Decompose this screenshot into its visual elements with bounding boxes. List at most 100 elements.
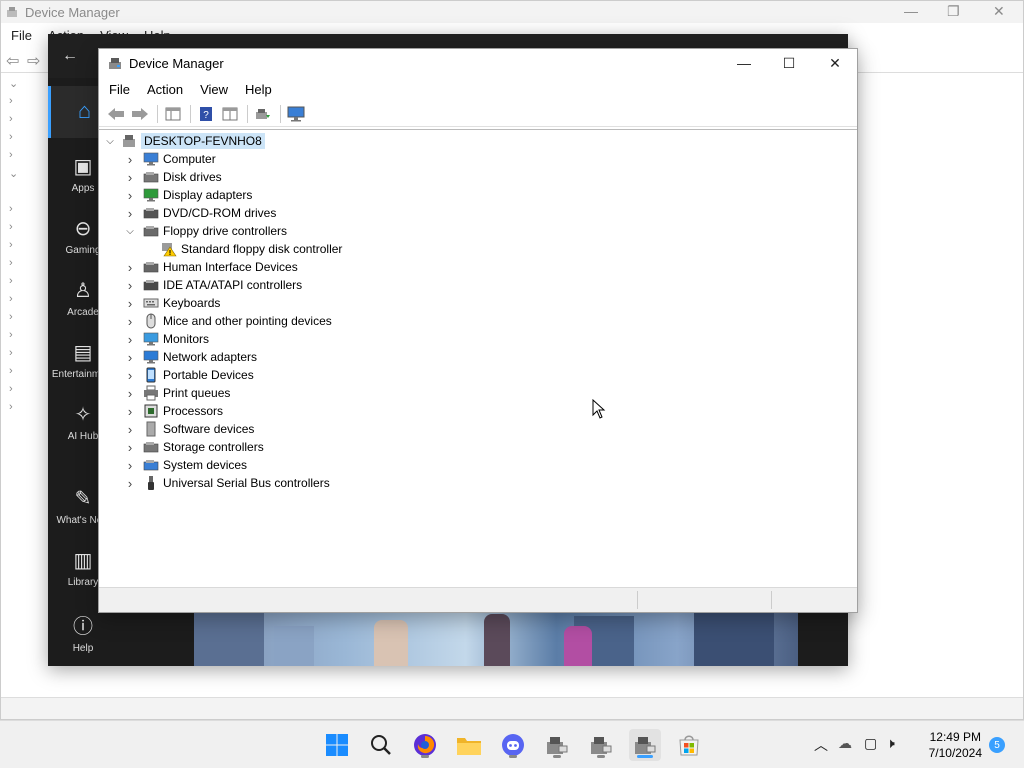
chevron-right-icon[interactable]: › xyxy=(123,386,137,401)
tree-item-label: Computer xyxy=(163,152,216,166)
chevron-right-icon[interactable]: › xyxy=(123,278,137,293)
maximize-button[interactable]: ☐ xyxy=(766,49,812,77)
chevron-right-icon[interactable]: › xyxy=(123,296,137,311)
device-manager-window[interactable]: Device Manager — ☐ ✕ File Action View He… xyxy=(98,48,858,613)
help-button[interactable]: ? xyxy=(195,104,217,124)
chevron-right-icon[interactable]: › xyxy=(123,260,137,275)
tree-category[interactable]: › IDE ATA/ATAPI controllers xyxy=(123,276,302,294)
tree-category[interactable]: › Storage controllers xyxy=(123,438,264,456)
chevron-right-icon[interactable]: › xyxy=(123,422,137,437)
chevron-right-icon[interactable]: › xyxy=(123,368,137,383)
chevron-right-icon[interactable]: › xyxy=(123,458,137,473)
tree-category[interactable]: › Processors xyxy=(123,402,223,420)
device-manager-titlebar[interactable]: Device Manager — ☐ ✕ xyxy=(99,49,857,77)
search-button[interactable] xyxy=(365,729,397,761)
tree-item-label: Keyboards xyxy=(163,296,221,310)
bg-menu-file[interactable]: File xyxy=(11,28,32,43)
status-divider xyxy=(771,591,772,609)
device-manager-icon xyxy=(635,737,656,754)
tree-child-item[interactable]: Standard floppy disk controller xyxy=(141,240,342,258)
onedrive-cloud-icon[interactable]: ☁ xyxy=(838,735,852,752)
device-manager-taskbar-button-3[interactable] xyxy=(629,729,661,761)
file-explorer-button[interactable] xyxy=(453,729,485,761)
tree-category[interactable]: › Keyboards xyxy=(123,294,221,312)
maximize-icon: ☐ xyxy=(782,54,796,71)
chevron-down-icon[interactable]: ⌵ xyxy=(123,224,137,238)
minimize-button[interactable]: — xyxy=(721,49,767,77)
back-arrow-icon[interactable]: ← xyxy=(62,47,78,65)
tree-item-label: Universal Serial Bus controllers xyxy=(163,476,330,490)
chevron-right-icon[interactable]: › xyxy=(123,404,137,419)
tree-category[interactable]: › Computer xyxy=(123,150,216,168)
menu-view[interactable]: View xyxy=(200,82,228,97)
forward-button[interactable] xyxy=(129,104,151,124)
forward-arrow-icon[interactable]: ⇨ xyxy=(27,51,40,71)
restore-icon[interactable]: ❐ xyxy=(947,3,960,20)
network-icon[interactable]: ▢ xyxy=(864,735,877,752)
close-icon[interactable]: ✕ xyxy=(993,3,1005,20)
chevron-right-icon[interactable]: › xyxy=(123,206,137,221)
scan-hardware-button[interactable] xyxy=(285,104,307,124)
tree-category[interactable]: › Mice and other pointing devices xyxy=(123,312,332,330)
tree-item-label: Print queues xyxy=(163,386,231,400)
tree-category[interactable]: › Portable Devices xyxy=(123,366,254,384)
tree-category[interactable]: › Software devices xyxy=(123,420,254,438)
running-indicator xyxy=(553,755,561,758)
chevron-right-icon[interactable]: › xyxy=(123,350,137,365)
system-device-icon xyxy=(143,460,159,471)
tree-category[interactable]: › Universal Serial Bus controllers xyxy=(123,474,330,492)
active-indicator xyxy=(637,755,653,758)
running-indicator xyxy=(509,755,517,758)
tree-item-label: Disk drives xyxy=(163,170,222,184)
tree-category[interactable]: › Print queues xyxy=(123,384,230,402)
menu-action[interactable]: Action xyxy=(147,82,183,97)
menu-help[interactable]: Help xyxy=(245,82,272,97)
notification-badge[interactable]: 5 xyxy=(989,737,1005,753)
mouse-cursor-icon xyxy=(592,399,606,419)
running-indicator xyxy=(597,755,605,758)
tree-root-label: DESKTOP-FEVNHO8 xyxy=(141,133,265,149)
tree-category[interactable]: › DVD/CD-ROM drives xyxy=(123,204,277,222)
tree-category[interactable]: › Human Interface Devices xyxy=(123,258,298,276)
back-button[interactable] xyxy=(105,104,127,124)
chevron-up-icon[interactable]: ︿ xyxy=(814,735,828,755)
tree-category[interactable]: › Network adapters xyxy=(123,348,257,366)
store-button[interactable] xyxy=(673,729,705,761)
chevron-right-icon[interactable]: › xyxy=(123,314,137,329)
update-driver-button[interactable] xyxy=(252,104,274,124)
show-hide-console-tree-button[interactable] xyxy=(162,104,184,124)
chevron-right-icon[interactable]: › xyxy=(123,476,137,491)
clock[interactable]: 12:49 PM 7/10/2024 xyxy=(929,729,982,761)
properties-button[interactable] xyxy=(219,104,241,124)
tree-category[interactable]: ⌵ Floppy drive controllers xyxy=(123,222,287,240)
chevron-right-icon[interactable]: › xyxy=(123,440,137,455)
tree-root[interactable]: ⌵ DESKTOP-FEVNHO8 xyxy=(103,132,265,150)
keyboard-icon xyxy=(143,298,159,308)
tree-category[interactable]: › Disk drives xyxy=(123,168,222,186)
tree-item-label: DVD/CD-ROM drives xyxy=(163,206,277,220)
menubar: File Action View Help xyxy=(99,77,857,101)
chevron-right-icon[interactable]: › xyxy=(123,188,137,203)
discord-button[interactable] xyxy=(497,729,529,761)
tree-category[interactable]: › System devices xyxy=(123,456,247,474)
close-icon: ✕ xyxy=(829,54,841,71)
minimize-icon[interactable]: — xyxy=(904,3,918,19)
device-manager-taskbar-button-2[interactable] xyxy=(585,729,617,761)
tree-category[interactable]: › Display adapters xyxy=(123,186,253,204)
volume-muted-icon[interactable]: 🕨 xyxy=(886,735,895,752)
device-manager-taskbar-button-1[interactable] xyxy=(541,729,573,761)
background-titlebar[interactable]: Device Manager — ❐ ✕ xyxy=(1,1,1023,23)
menu-file[interactable]: File xyxy=(109,82,130,97)
nav-label: Library xyxy=(67,577,99,588)
back-arrow-icon[interactable]: ⇦ xyxy=(6,51,19,71)
firefox-button[interactable] xyxy=(409,729,441,761)
nav-help[interactable]: ⓘ Help xyxy=(48,610,118,654)
close-button[interactable]: ✕ xyxy=(812,49,858,77)
tree-category[interactable]: › Monitors xyxy=(123,330,209,348)
chevron-right-icon[interactable]: › xyxy=(123,332,137,347)
game-banner-image[interactable] xyxy=(194,612,798,666)
chevron-down-icon[interactable]: ⌵ xyxy=(103,134,117,148)
start-button[interactable] xyxy=(321,729,353,761)
chevron-right-icon[interactable]: › xyxy=(123,170,137,185)
chevron-right-icon[interactable]: › xyxy=(123,152,137,167)
